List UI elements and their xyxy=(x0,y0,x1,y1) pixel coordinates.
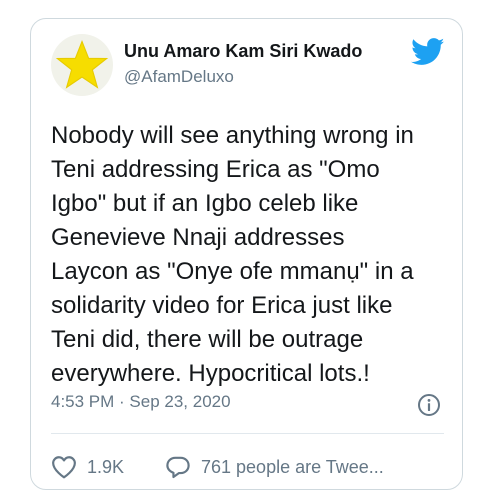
author-display-name[interactable]: Unu Amaro Kam Siri Kwado xyxy=(124,39,362,63)
twitter-bird-icon[interactable] xyxy=(411,38,445,66)
avatar[interactable] xyxy=(51,34,113,96)
like-button[interactable]: 1.9K xyxy=(51,455,124,479)
star-icon xyxy=(55,39,109,89)
author-block: Unu Amaro Kam Siri Kwado @AfamDeluxo xyxy=(124,39,362,88)
author-handle[interactable]: @AfamDeluxo xyxy=(124,66,362,88)
heart-icon xyxy=(52,456,76,479)
divider xyxy=(51,433,444,434)
tweet-timestamp[interactable]: 4:53 PM · Sep 23, 2020 xyxy=(51,391,231,413)
reply-label: 761 people are Twee... xyxy=(201,457,384,477)
tweet-text: Nobody will see anything wrong in Teni a… xyxy=(51,122,414,387)
speech-bubble-icon xyxy=(166,456,190,479)
like-count: 1.9K xyxy=(87,457,125,477)
info-icon[interactable] xyxy=(417,393,441,417)
tweet-card: Unu Amaro Kam Siri Kwado @AfamDeluxo Nob… xyxy=(30,18,463,490)
reply-button[interactable]: 761 people are Twee... xyxy=(165,455,384,479)
